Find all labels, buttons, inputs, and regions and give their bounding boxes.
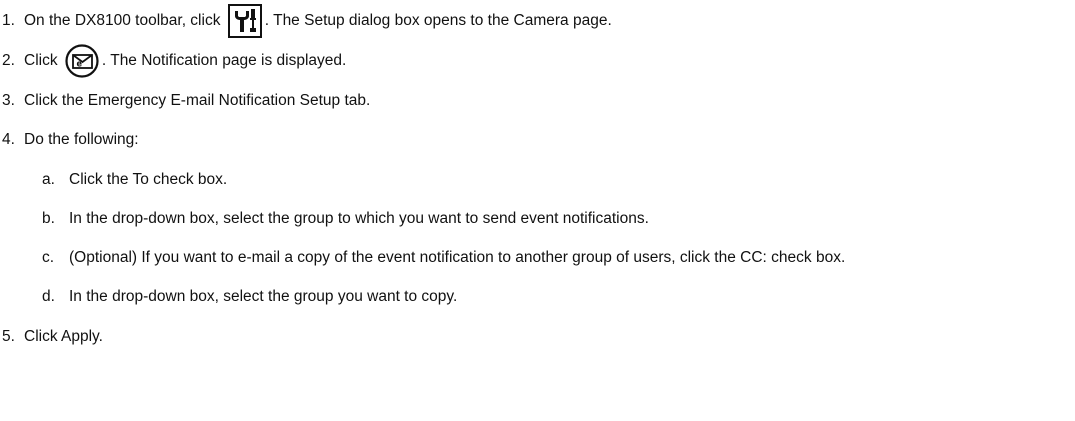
substep-d: d. In the drop-down box, select the grou… (42, 285, 457, 309)
substep-b: b. In the drop-down box, select the grou… (42, 207, 649, 231)
substep-letter: d. (42, 288, 55, 305)
substep-c: c. (Optional) If you want to e-mail a co… (42, 246, 845, 270)
step-text-after-icon: . The Notification page is displayed. (101, 52, 347, 69)
step-text-after-icon: . The Setup dialog box opens to the Came… (264, 12, 612, 29)
email-notification-icon[interactable]: e (65, 44, 99, 78)
substep-text: In the drop-down box, select the group t… (69, 210, 649, 227)
step-number: 5. (2, 328, 15, 345)
substep-text: In the drop-down box, select the group y… (69, 288, 458, 305)
step-number: 1. (2, 12, 15, 29)
substep-letter: a. (42, 171, 55, 188)
step-2: 2. Click e . The Notification page is di… (0, 44, 347, 78)
step-number: 2. (2, 52, 15, 69)
step-1: 1. On the DX8100 toolbar, click . The Se… (0, 4, 612, 38)
step-4: 4. Do the following: (0, 125, 139, 155)
step-text: Click the Emergency E-mail Notification … (24, 92, 371, 109)
step-5: 5. Click Apply. (0, 322, 103, 352)
step-3: 3. Click the Emergency E-mail Notificati… (0, 86, 370, 116)
substep-text: (Optional) If you want to e-mail a copy … (69, 249, 846, 266)
setup-tools-icon[interactable] (227, 4, 262, 38)
substep-a: a. Click the To check box. (42, 168, 227, 192)
step-text: Do the following: (24, 131, 139, 148)
substep-text: Click the To check box. (69, 171, 228, 188)
substep-letter: b. (42, 210, 55, 227)
substep-letter: c. (42, 249, 55, 266)
step-text-before-icon: Click (24, 52, 62, 69)
step-number: 3. (2, 92, 15, 109)
step-text: Click Apply. (24, 328, 103, 345)
step-text-before-icon: On the DX8100 toolbar, click (24, 12, 225, 29)
step-number: 4. (2, 131, 15, 148)
svg-text:e: e (76, 60, 82, 70)
